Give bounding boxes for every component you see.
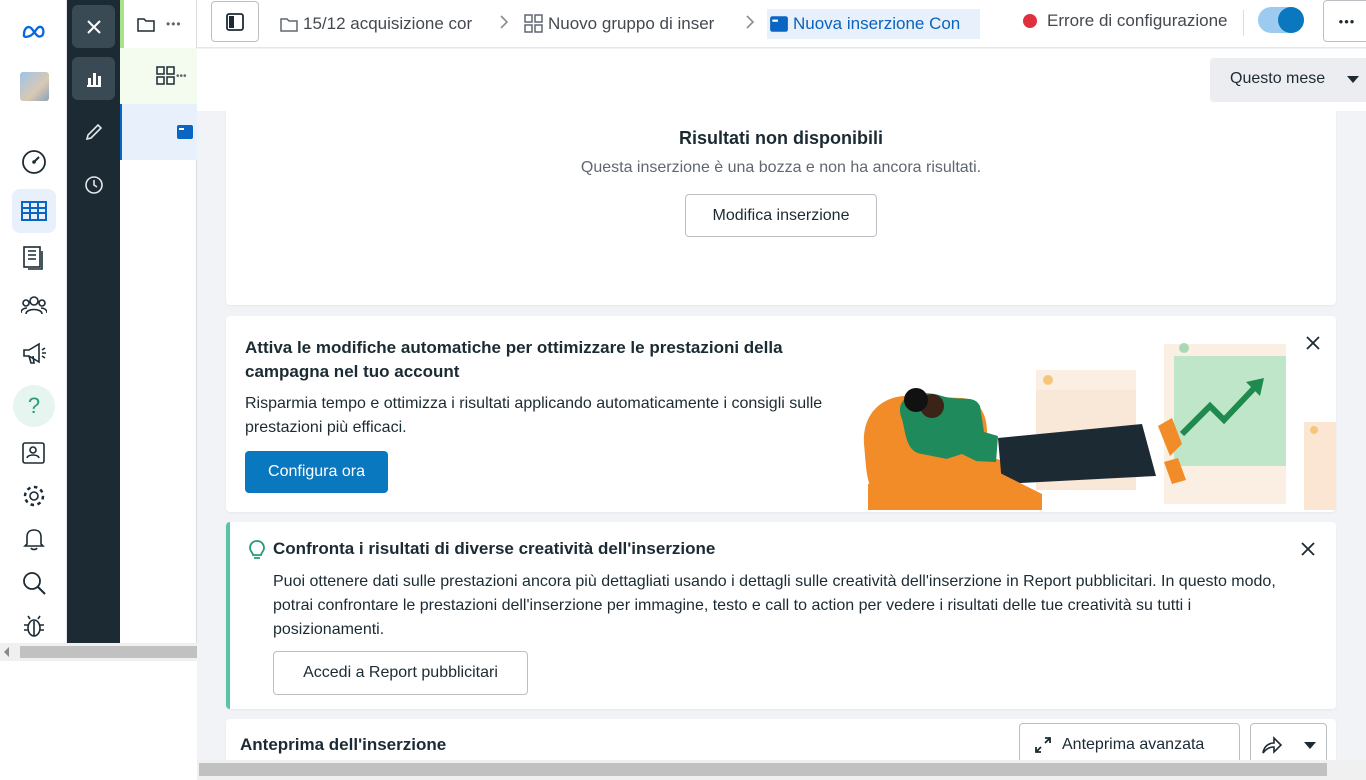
help-label: ? [13,385,55,427]
speedometer-icon[interactable] [12,140,56,184]
scrollbar-thumb[interactable] [20,646,197,658]
tree-more-button[interactable]: ••• [176,71,187,82]
expand-icon [1035,737,1051,753]
help-icon[interactable]: ? [12,384,56,428]
ad-icon [177,125,193,139]
scroll-left-arrow-icon[interactable] [4,647,9,657]
breadcrumb-ad-label: Nuova inserzione Con [793,14,961,33]
advanced-preview-label: Anteprima avanzata [1062,736,1205,753]
panel-icon [226,12,244,31]
tree-more-button[interactable]: ••• [166,17,182,31]
date-filter-row: Questo mese [197,49,1366,111]
more-options-button[interactable]: ••• [1323,0,1366,42]
folder-icon [137,18,155,32]
breadcrumb-adset[interactable]: Nuovo gruppo di inser [524,9,734,39]
table-icon[interactable] [12,189,56,233]
caret-down-icon [1347,76,1359,83]
gear-icon[interactable] [12,474,56,518]
search-icon[interactable] [12,561,56,605]
edit-ad-button[interactable]: Modifica inserzione [685,194,877,237]
structure-tree: ••• ••• [120,0,197,643]
status-label: Errore di configurazione [1047,11,1228,30]
auto-rules-title: Attiva le modifiche automatiche per otti… [245,338,783,381]
auto-rules-body: Risparmia tempo e ottimizza i risultati … [245,395,823,436]
breadcrumb-campaign-label: 15/12 acquisizione cor [303,14,473,33]
tree-row-ad[interactable] [120,104,197,160]
breadcrumb-adset-label: Nuovo gruppo di inser [548,14,715,33]
error-status-dot [1023,14,1037,28]
breadcrumb-campaign[interactable]: 15/12 acquisizione cor [279,9,485,39]
grid-icon [156,66,175,85]
compare-creatives-card: Confronta i risultati di diverse creativ… [226,522,1336,709]
preview-title: Anteprima dell'inserzione [240,735,447,754]
share-icon [1262,736,1283,754]
toggle-knob [1278,7,1304,33]
caret-down-icon [1303,741,1316,749]
divider [1243,10,1244,36]
account-avatar[interactable] [12,64,56,108]
pencil-icon[interactable] [72,110,115,153]
auto-rules-card: Attiva le modifiche automatiche per otti… [226,316,1336,512]
relaxing-person-illustration [863,343,1336,510]
editor-tools-column [67,0,120,643]
date-range-label: Questo mese [1230,70,1326,87]
compare-title: Confronta i risultati di diverse creativ… [273,539,716,558]
meta-logo-icon[interactable] [12,9,56,53]
compare-body: Puoi ottenere dati sulle prestazioni anc… [273,573,1276,638]
chevron-right-icon [500,15,509,29]
status-toggle[interactable] [1258,7,1304,33]
pages-icon[interactable] [12,236,56,280]
toggle-panel-button[interactable] [211,1,259,42]
close-icon[interactable] [72,5,115,48]
bar-chart-icon[interactable] [72,57,115,100]
ad-icon [770,16,788,32]
bug-icon[interactable] [12,604,56,648]
results-subtitle: Questa inserzione è una bozza e non ha a… [580,159,982,176]
megaphone-icon[interactable] [12,331,56,375]
scrollbar-thumb[interactable] [199,763,1327,776]
close-icon[interactable] [1300,541,1316,557]
clock-icon[interactable] [72,163,115,206]
audience-icon[interactable] [12,283,56,327]
contact-card-icon[interactable] [12,431,56,475]
configure-now-button[interactable]: Configura ora [245,451,388,493]
ads-reporting-button[interactable]: Accedi a Report pubblicitari [273,651,528,695]
date-range-dropdown[interactable]: Questo mese [1210,58,1366,102]
chevron-right-icon [746,15,755,29]
bell-icon[interactable] [12,517,56,561]
lightbulb-icon [249,540,265,559]
grid-icon [524,14,543,33]
folder-icon [280,18,298,32]
sidebar-horizontal-scrollbar[interactable] [0,643,197,661]
top-bar: 15/12 acquisizione cor Nuovo gruppo di i… [197,0,1366,48]
main-horizontal-scrollbar[interactable] [197,760,1366,780]
results-title: Risultati non disponibili [679,128,883,148]
tree-row-adset[interactable]: ••• [120,48,197,104]
breadcrumb-ad[interactable]: Nuova inserzione Con [767,9,980,39]
results-card: Risultati non disponibili Questa inserzi… [226,111,1336,305]
tree-row-campaign[interactable]: ••• [120,0,197,48]
global-nav-rail: ? [0,0,67,643]
